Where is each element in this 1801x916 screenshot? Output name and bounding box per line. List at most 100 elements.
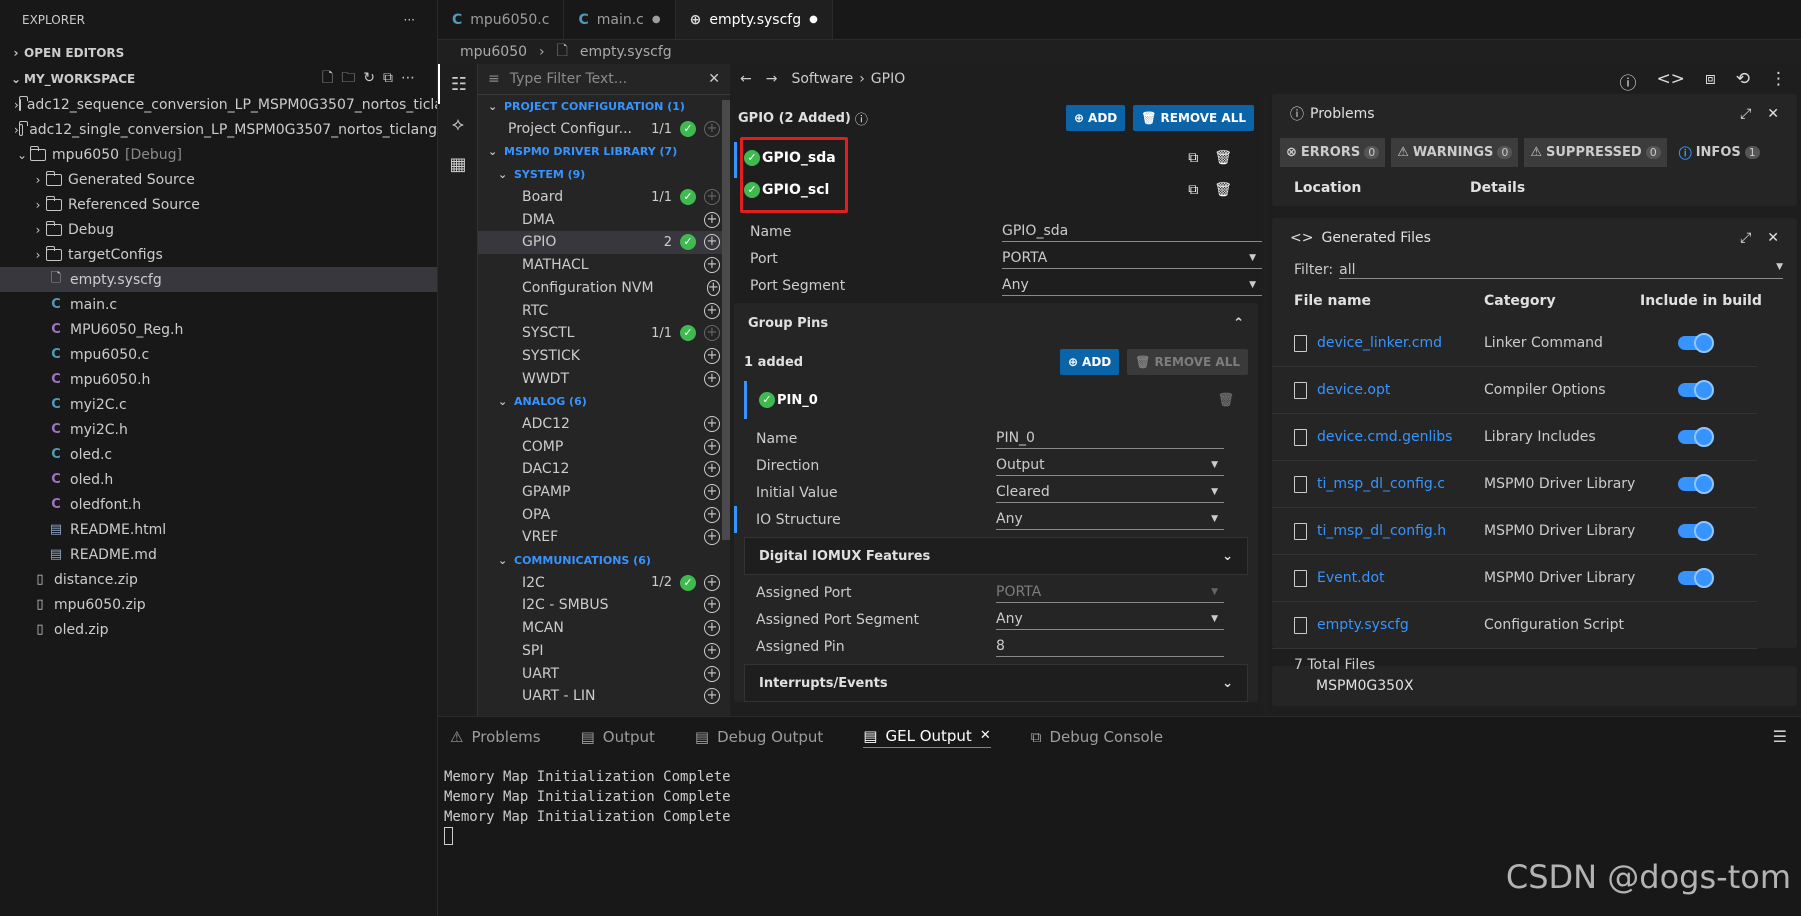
add-module-icon[interactable]: + xyxy=(704,189,720,206)
add-module-icon[interactable]: + xyxy=(704,211,720,228)
open-editors-section[interactable]: › OPEN EDITORS xyxy=(0,40,437,66)
tree-item[interactable]: › adc12_sequence_conversion_LP_MSPM0G3507… xyxy=(0,92,437,117)
tree-item[interactable]: Cmyi2C.h xyxy=(0,417,437,442)
add-module-icon[interactable]: + xyxy=(704,597,720,614)
add-module-icon[interactable]: + xyxy=(704,370,720,387)
dirty-dot-icon[interactable]: ● xyxy=(652,14,661,25)
iomux-section[interactable]: Digital IOMUX Features ⌄ xyxy=(744,537,1248,575)
tree-item[interactable]: ⌄ mpu6050 [Debug] xyxy=(0,142,437,167)
add-module-icon[interactable]: + xyxy=(704,438,720,455)
module-category[interactable]: ⌄ MSPM0 DRIVER LIBRARY (7) xyxy=(478,140,730,163)
more-icon[interactable]: ⋯ xyxy=(401,70,423,86)
history-icon[interactable]: ⟲ xyxy=(1736,69,1750,94)
add-module-icon[interactable]: + xyxy=(704,620,720,637)
field-select[interactable]: Any ▼ xyxy=(996,510,1224,530)
tree-item[interactable]: Cmain.c xyxy=(0,292,437,317)
tree-item[interactable]: ▤ README.html xyxy=(0,517,437,542)
tree-item[interactable]: Coled.c xyxy=(0,442,437,467)
workspace-section[interactable]: ⌄ MY_WORKSPACE 🗋🗀↻⧉⋯ xyxy=(0,66,437,92)
add-module-icon[interactable]: + xyxy=(704,234,720,251)
trash-icon[interactable]: 🗑 xyxy=(1214,150,1232,166)
file-link[interactable]: Event.dot xyxy=(1317,570,1385,586)
port-select[interactable]: PORTA ▼ xyxy=(1002,249,1262,269)
file-link[interactable]: device_linker.cmd xyxy=(1317,335,1442,351)
module-item[interactable]: COMP + xyxy=(478,435,730,458)
chip-icon[interactable]: ⧈ xyxy=(1705,69,1716,94)
panel-tab[interactable]: ⚠ Problems xyxy=(450,728,541,746)
pin-item[interactable]: ✓ PIN_0 🗑 xyxy=(744,381,1248,419)
module-category[interactable]: ⌄ ANALOG (6) xyxy=(478,390,730,413)
field-input[interactable]: 8 xyxy=(996,637,1224,657)
file-link[interactable]: device.cmd.genlibs xyxy=(1317,429,1452,445)
include-toggle[interactable] xyxy=(1678,474,1714,494)
more-actions-icon[interactable]: ··· xyxy=(404,13,415,27)
module-item[interactable]: GPAMP + xyxy=(478,481,730,504)
editor-tab[interactable]: Cmain.c ● xyxy=(564,0,676,39)
module-item[interactable]: GPIO 2 ✓ + xyxy=(478,231,730,254)
module-category[interactable]: ⌄ PROJECT CONFIGURATION (1) xyxy=(478,95,730,118)
tree-item[interactable]: Cmpu6050.c xyxy=(0,342,437,367)
module-item[interactable]: OPA + xyxy=(478,503,730,526)
segment-select[interactable]: Any ▼ xyxy=(1002,276,1262,296)
breadcrumb-project[interactable]: mpu6050 xyxy=(460,44,527,60)
module-list-icon[interactable]: ☷ xyxy=(438,64,478,104)
module-item[interactable]: DAC12 + xyxy=(478,458,730,481)
filter-select[interactable]: all ▼ xyxy=(1339,262,1783,279)
add-module-icon[interactable]: + xyxy=(704,415,720,432)
group-pins-header[interactable]: Group Pins ⌃ xyxy=(734,303,1258,343)
module-item[interactable]: MCAN + xyxy=(478,617,730,640)
editor-tab[interactable]: Cmpu6050.c xyxy=(438,0,565,39)
editor-tab[interactable]: ⊕ empty.syscfg ● xyxy=(675,0,833,39)
help-icon[interactable]: ⓘ xyxy=(855,109,868,128)
field-input[interactable]: PIN_0 xyxy=(996,429,1224,449)
interrupts-section[interactable]: Interrupts/Events ⌄ xyxy=(744,664,1248,702)
add-module-icon[interactable]: + xyxy=(704,121,720,138)
location-column[interactable]: Location xyxy=(1294,180,1470,196)
close-icon[interactable]: ✕ xyxy=(1767,106,1779,122)
module-category[interactable]: ⌄ SYSTEM (9) xyxy=(478,163,730,186)
copy-icon[interactable]: ⧉ xyxy=(1188,150,1198,166)
include-toggle[interactable] xyxy=(1678,427,1714,447)
panel-tab[interactable]: ▤ Debug Output xyxy=(695,728,823,746)
add-module-icon[interactable]: + xyxy=(704,302,720,319)
tree-item[interactable]: 🗋 empty.syscfg xyxy=(0,267,437,292)
calculator-icon[interactable]: ▦ xyxy=(438,144,478,184)
close-icon[interactable]: ✕ xyxy=(1767,230,1779,246)
module-item[interactable]: Project Configur... 1/1 ✓ + xyxy=(478,118,730,141)
module-item[interactable]: DMA + xyxy=(478,208,730,231)
workspace-actions[interactable]: 🗋🗀↻⧉⋯ xyxy=(322,67,423,91)
code-icon[interactable]: <> xyxy=(1656,69,1685,94)
remove-all-button[interactable]: 🗑 REMOVE ALL xyxy=(1133,105,1254,131)
panel-tab[interactable]: ▤ GEL Output ✕ xyxy=(863,727,991,748)
module-item[interactable]: I2C - SMBUS + xyxy=(478,594,730,617)
tree-item[interactable]: Coledfont.h xyxy=(0,492,437,517)
module-item[interactable]: RTC + xyxy=(478,299,730,322)
add-module-icon[interactable]: + xyxy=(704,461,720,478)
info-icon[interactable]: ⓘ xyxy=(1619,69,1636,94)
tree-item[interactable]: › targetConfigs xyxy=(0,242,437,267)
file-link[interactable]: ti_msp_dl_config.h xyxy=(1317,523,1446,539)
tree-item[interactable]: › Generated Source xyxy=(0,167,437,192)
module-item[interactable]: I2C 1/2 ✓ + xyxy=(478,571,730,594)
tree-item[interactable]: ▯ mpu6050.zip xyxy=(0,592,437,617)
trash-icon[interactable]: 🗑 xyxy=(1214,182,1232,198)
add-instance-button[interactable]: ⊕ ADD xyxy=(1065,105,1126,131)
module-item[interactable]: UART - LIN + xyxy=(478,685,730,708)
close-icon[interactable]: ✕ xyxy=(980,728,991,743)
module-item[interactable]: ADC12 + xyxy=(478,413,730,436)
maximize-icon[interactable]: ⤢ xyxy=(1740,230,1751,246)
close-icon[interactable]: ✕ xyxy=(708,71,720,87)
include-toggle[interactable] xyxy=(1678,380,1714,400)
include-toggle[interactable] xyxy=(1678,333,1714,353)
module-item[interactable]: VREF + xyxy=(478,526,730,549)
field-select[interactable]: Output ▼ xyxy=(996,456,1224,476)
include-toggle[interactable] xyxy=(1678,521,1714,541)
module-item[interactable]: WWDT + xyxy=(478,367,730,390)
add-module-icon[interactable]: + xyxy=(704,257,720,274)
new-file-icon[interactable]: 🗋 xyxy=(322,70,341,86)
copy-icon[interactable]: ⧉ xyxy=(1188,182,1198,198)
terminal-cursor[interactable] xyxy=(444,827,453,845)
remove-all-pins-button[interactable]: 🗑 REMOVE ALL xyxy=(1127,349,1248,375)
filter-warnings[interactable]: ⚠ WARNINGS 0 xyxy=(1391,138,1519,167)
filter-errors[interactable]: ⊗ ERRORS 0 xyxy=(1280,138,1386,167)
